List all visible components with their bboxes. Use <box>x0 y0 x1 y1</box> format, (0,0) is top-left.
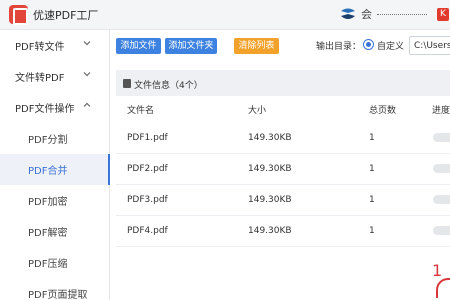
sidebar-group-label: PDF转文件 <box>15 42 65 53</box>
add-file-button[interactable]: 添加文件 <box>116 38 161 54</box>
page-count-cell: 1 <box>369 164 375 174</box>
column-header-name: 文件名 <box>127 106 155 116</box>
file-size-cell: 149.30KB <box>248 195 292 205</box>
pdf-logo-icon <box>9 5 28 25</box>
sidebar-item-label: PDF解密 <box>28 228 68 239</box>
user-s-icon[interactable] <box>338 7 358 21</box>
page-count-cell: 1 <box>369 226 375 236</box>
sidebar-item-pdf-compress[interactable]: PDF压缩 <box>0 247 110 278</box>
table-row[interactable]: PDF3.pdf 149.30KB 1 <box>116 185 450 216</box>
custom-output-label: 自定义 <box>377 42 405 52</box>
table-row[interactable]: PDF2.pdf 149.30KB 1 <box>116 154 450 185</box>
chevron-down-icon <box>83 72 91 77</box>
page-count-cell: 1 <box>369 195 375 205</box>
progress-bar <box>433 195 450 204</box>
file-name-cell: PDF3.pdf <box>127 195 168 205</box>
file-name-cell: PDF1.pdf <box>127 133 168 143</box>
clear-list-button[interactable]: 清除列表 <box>234 38 279 54</box>
sidebar-item-label: PDF压缩 <box>28 259 68 270</box>
column-header-progress: 进度 <box>432 106 450 116</box>
sidebar-group-label: 文件转PDF <box>15 73 65 84</box>
output-directory-label: 输出目录： <box>316 42 362 52</box>
toolbar: 添加文件 添加文件夹 清除列表 输出目录： 自定义 <box>111 30 450 62</box>
progress-bar <box>433 164 450 173</box>
sidebar-group-label: PDF文件操作 <box>15 104 75 115</box>
sidebar-item-label: PDF合并 <box>28 166 68 177</box>
annotation-arrow-icon <box>436 278 450 298</box>
sidebar-group-pdf-to-file[interactable]: PDF转文件 <box>0 30 110 61</box>
file-size-cell: 149.30KB <box>248 226 292 236</box>
column-header-pages: 总页数 <box>369 106 397 116</box>
annotation-number: 1 <box>432 261 443 280</box>
panel-title: 文件信息（4个） <box>134 81 203 91</box>
file-size-cell: 149.30KB <box>248 133 292 143</box>
file-name-cell: PDF2.pdf <box>127 164 168 174</box>
file-info-panel: 文件信息（4个） 文件名 大小 总页数 进度 PDF1.pdf 149.30KB… <box>116 70 450 300</box>
column-header-size: 大小 <box>248 106 267 116</box>
output-path-field[interactable] <box>409 36 450 55</box>
sidebar-item-pdf-split[interactable]: PDF分割 <box>0 123 110 154</box>
page-count-cell: 1 <box>369 133 375 143</box>
sidebar-group-file-to-pdf[interactable]: 文件转PDF <box>0 61 110 92</box>
file-name-cell: PDF4.pdf <box>127 226 168 236</box>
table-row[interactable]: PDF4.pdf 149.30KB 1 <box>116 216 450 247</box>
custom-output-radio[interactable] <box>363 39 374 50</box>
panel-header: 文件信息（4个） <box>116 70 450 96</box>
sidebar-item-pdf-encrypt[interactable]: PDF加密 <box>0 185 110 216</box>
sidebar-item-label: PDF页面提取 <box>28 290 88 300</box>
sidebar-item-pdf-page-extract[interactable]: PDF页面提取 <box>0 278 110 300</box>
sidebar: PDF转文件 文件转PDF PDF文件操作 PDF分割 PDF合并 PDF加密 … <box>0 30 110 300</box>
sidebar-group-pdf-operations[interactable]: PDF文件操作 <box>0 92 110 123</box>
sidebar-item-label: PDF加密 <box>28 197 68 208</box>
table-row[interactable]: PDF1.pdf 149.30KB 1 <box>116 123 450 154</box>
document-icon <box>123 79 131 88</box>
file-size-cell: 149.30KB <box>248 164 292 174</box>
chevron-up-icon <box>83 102 91 107</box>
sidebar-item-pdf-decrypt[interactable]: PDF解密 <box>0 216 110 247</box>
user-name-text: 会 <box>361 6 429 22</box>
title-bar: 优速PDF工厂 会 K <box>0 0 450 30</box>
add-folder-button[interactable]: 添加文件夹 <box>165 38 217 54</box>
chevron-down-icon <box>83 41 91 46</box>
sidebar-item-pdf-merge[interactable]: PDF合并 <box>0 154 110 185</box>
progress-bar <box>433 226 450 235</box>
app-title: 优速PDF工厂 <box>33 9 99 22</box>
app-badge-icon[interactable]: K <box>437 8 449 21</box>
sidebar-item-label: PDF分割 <box>28 135 68 146</box>
progress-bar <box>433 133 450 142</box>
